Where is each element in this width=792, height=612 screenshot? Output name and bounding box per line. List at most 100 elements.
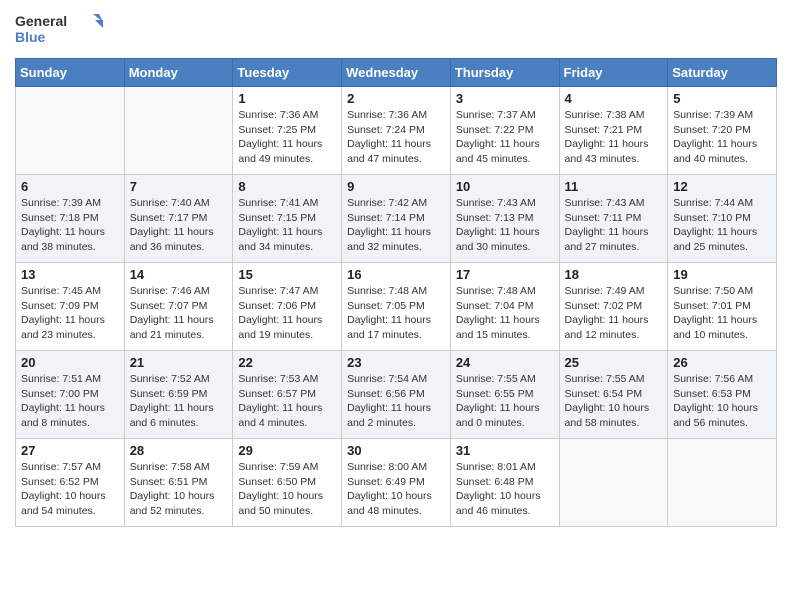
calendar-cell <box>16 87 125 175</box>
col-header-thursday: Thursday <box>450 59 559 87</box>
day-number: 8 <box>238 179 336 194</box>
day-number: 29 <box>238 443 336 458</box>
logo-graphic: General Blue <box>15 10 105 50</box>
day-info: Sunrise: 7:55 AMSunset: 6:54 PMDaylight:… <box>565 372 663 431</box>
calendar-week-row: 13 Sunrise: 7:45 AMSunset: 7:09 PMDayligh… <box>16 263 777 351</box>
calendar-cell: 25 Sunrise: 7:55 AMSunset: 6:54 PMDayligh… <box>559 351 668 439</box>
col-header-friday: Friday <box>559 59 668 87</box>
calendar-cell: 19 Sunrise: 7:50 AMSunset: 7:01 PMDayligh… <box>668 263 777 351</box>
calendar-cell: 18 Sunrise: 7:49 AMSunset: 7:02 PMDayligh… <box>559 263 668 351</box>
calendar-cell: 13 Sunrise: 7:45 AMSunset: 7:09 PMDayligh… <box>16 263 125 351</box>
calendar-cell: 8Sunrise: 7:41 AMSunset: 7:15 PMDaylight… <box>233 175 342 263</box>
calendar-cell: 28 Sunrise: 7:58 AMSunset: 6:51 PMDayligh… <box>124 439 233 527</box>
day-info: Sunrise: 7:37 AMSunset: 7:22 PMDaylight:… <box>456 108 554 167</box>
calendar-cell: 31Sunrise: 8:01 AMSunset: 6:48 PMDayligh… <box>450 439 559 527</box>
calendar-week-row: 1Sunrise: 7:36 AMSunset: 7:25 PMDaylight… <box>16 87 777 175</box>
calendar-cell: 4 Sunrise: 7:38 AMSunset: 7:21 PMDaylight… <box>559 87 668 175</box>
day-number: 24 <box>456 355 554 370</box>
calendar-week-row: 6 Sunrise: 7:39 AMSunset: 7:18 PMDaylight… <box>16 175 777 263</box>
day-info: Sunrise: 7:54 AMSunset: 6:56 PMDaylight:… <box>347 372 445 431</box>
day-info: Sunrise: 7:39 AMSunset: 7:18 PMDaylight:… <box>21 196 119 255</box>
logo: General Blue <box>15 10 105 50</box>
calendar-cell <box>124 87 233 175</box>
day-info: Sunrise: 7:58 AMSunset: 6:51 PMDaylight:… <box>130 460 228 519</box>
calendar-table: SundayMondayTuesdayWednesdayThursdayFrid… <box>15 58 777 527</box>
day-number: 21 <box>130 355 228 370</box>
calendar-cell: 15Sunrise: 7:47 AMSunset: 7:06 PMDayligh… <box>233 263 342 351</box>
day-info: Sunrise: 7:46 AMSunset: 7:07 PMDaylight:… <box>130 284 228 343</box>
day-info: Sunrise: 7:52 AMSunset: 6:59 PMDaylight:… <box>130 372 228 431</box>
day-info: Sunrise: 7:44 AMSunset: 7:10 PMDaylight:… <box>673 196 771 255</box>
day-number: 10 <box>456 179 554 194</box>
day-info: Sunrise: 7:38 AMSunset: 7:21 PMDaylight:… <box>565 108 663 167</box>
svg-text:General: General <box>15 13 67 29</box>
calendar-cell: 16 Sunrise: 7:48 AMSunset: 7:05 PMDayligh… <box>342 263 451 351</box>
calendar-cell: 20 Sunrise: 7:51 AMSunset: 7:00 PMDayligh… <box>16 351 125 439</box>
col-header-saturday: Saturday <box>668 59 777 87</box>
day-number: 19 <box>673 267 771 282</box>
day-info: Sunrise: 7:51 AMSunset: 7:00 PMDaylight:… <box>21 372 119 431</box>
day-number: 31 <box>456 443 554 458</box>
day-number: 25 <box>565 355 663 370</box>
day-number: 18 <box>565 267 663 282</box>
day-info: Sunrise: 7:43 AMSunset: 7:11 PMDaylight:… <box>565 196 663 255</box>
day-info: Sunrise: 7:45 AMSunset: 7:09 PMDaylight:… <box>21 284 119 343</box>
calendar-cell: 29 Sunrise: 7:59 AMSunset: 6:50 PMDayligh… <box>233 439 342 527</box>
day-info: Sunrise: 7:50 AMSunset: 7:01 PMDaylight:… <box>673 284 771 343</box>
day-info: Sunrise: 7:48 AMSunset: 7:05 PMDaylight:… <box>347 284 445 343</box>
calendar-cell: 1Sunrise: 7:36 AMSunset: 7:25 PMDaylight… <box>233 87 342 175</box>
calendar-cell: 22Sunrise: 7:53 AMSunset: 6:57 PMDayligh… <box>233 351 342 439</box>
calendar-cell: 21 Sunrise: 7:52 AMSunset: 6:59 PMDayligh… <box>124 351 233 439</box>
day-number: 13 <box>21 267 119 282</box>
day-number: 23 <box>347 355 445 370</box>
day-number: 4 <box>565 91 663 106</box>
day-info: Sunrise: 7:43 AMSunset: 7:13 PMDaylight:… <box>456 196 554 255</box>
calendar-cell: 6 Sunrise: 7:39 AMSunset: 7:18 PMDaylight… <box>16 175 125 263</box>
calendar-cell: 27 Sunrise: 7:57 AMSunset: 6:52 PMDayligh… <box>16 439 125 527</box>
col-header-tuesday: Tuesday <box>233 59 342 87</box>
day-number: 11 <box>565 179 663 194</box>
calendar-cell: 26 Sunrise: 7:56 AMSunset: 6:53 PMDayligh… <box>668 351 777 439</box>
calendar-cell: 12 Sunrise: 7:44 AMSunset: 7:10 PMDayligh… <box>668 175 777 263</box>
day-info: Sunrise: 7:55 AMSunset: 6:55 PMDaylight:… <box>456 372 554 431</box>
calendar-header-row: SundayMondayTuesdayWednesdayThursdayFrid… <box>16 59 777 87</box>
day-number: 6 <box>21 179 119 194</box>
day-number: 30 <box>347 443 445 458</box>
calendar-cell: 10 Sunrise: 7:43 AMSunset: 7:13 PMDayligh… <box>450 175 559 263</box>
calendar-week-row: 27 Sunrise: 7:57 AMSunset: 6:52 PMDayligh… <box>16 439 777 527</box>
day-number: 27 <box>21 443 119 458</box>
day-info: Sunrise: 7:56 AMSunset: 6:53 PMDaylight:… <box>673 372 771 431</box>
svg-text:Blue: Blue <box>15 29 46 45</box>
calendar-week-row: 20 Sunrise: 7:51 AMSunset: 7:00 PMDayligh… <box>16 351 777 439</box>
day-info: Sunrise: 7:57 AMSunset: 6:52 PMDaylight:… <box>21 460 119 519</box>
day-number: 17 <box>456 267 554 282</box>
col-header-wednesday: Wednesday <box>342 59 451 87</box>
day-number: 9 <box>347 179 445 194</box>
calendar-cell: 2 Sunrise: 7:36 AMSunset: 7:24 PMDaylight… <box>342 87 451 175</box>
col-header-sunday: Sunday <box>16 59 125 87</box>
calendar-cell: 23 Sunrise: 7:54 AMSunset: 6:56 PMDayligh… <box>342 351 451 439</box>
day-info: Sunrise: 7:59 AMSunset: 6:50 PMDaylight:… <box>238 460 336 519</box>
day-number: 14 <box>130 267 228 282</box>
day-info: Sunrise: 7:36 AMSunset: 7:24 PMDaylight:… <box>347 108 445 167</box>
day-info: Sunrise: 7:40 AMSunset: 7:17 PMDaylight:… <box>130 196 228 255</box>
calendar-cell: 14 Sunrise: 7:46 AMSunset: 7:07 PMDayligh… <box>124 263 233 351</box>
day-number: 20 <box>21 355 119 370</box>
day-number: 16 <box>347 267 445 282</box>
day-info: Sunrise: 7:49 AMSunset: 7:02 PMDaylight:… <box>565 284 663 343</box>
calendar-cell: 9 Sunrise: 7:42 AMSunset: 7:14 PMDaylight… <box>342 175 451 263</box>
day-number: 28 <box>130 443 228 458</box>
calendar-cell: 17 Sunrise: 7:48 AMSunset: 7:04 PMDayligh… <box>450 263 559 351</box>
day-info: Sunrise: 7:48 AMSunset: 7:04 PMDaylight:… <box>456 284 554 343</box>
page: General Blue SundayMondayTuesdayWednesda… <box>0 0 792 537</box>
day-number: 2 <box>347 91 445 106</box>
day-info: Sunrise: 8:00 AMSunset: 6:49 PMDaylight:… <box>347 460 445 519</box>
header: General Blue <box>15 10 777 50</box>
day-number: 12 <box>673 179 771 194</box>
day-number: 26 <box>673 355 771 370</box>
calendar-cell: 5Sunrise: 7:39 AMSunset: 7:20 PMDaylight… <box>668 87 777 175</box>
calendar-cell: 3Sunrise: 7:37 AMSunset: 7:22 PMDaylight… <box>450 87 559 175</box>
day-info: Sunrise: 7:42 AMSunset: 7:14 PMDaylight:… <box>347 196 445 255</box>
day-info: Sunrise: 7:36 AMSunset: 7:25 PMDaylight:… <box>238 108 336 167</box>
calendar-cell: 7Sunrise: 7:40 AMSunset: 7:17 PMDaylight… <box>124 175 233 263</box>
